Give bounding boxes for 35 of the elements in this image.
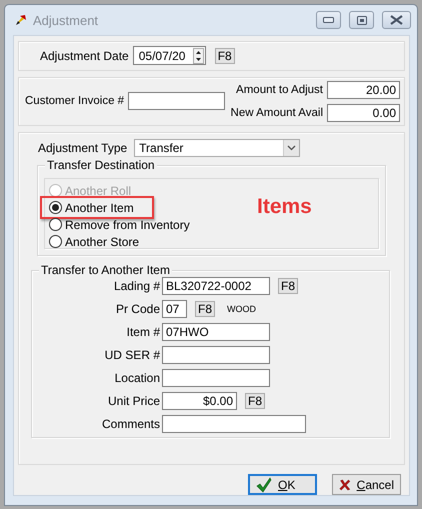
input-field[interactable]: $0.00: [162, 392, 237, 410]
field-label: Unit Price: [106, 394, 160, 408]
cancel-button[interactable]: Cancel: [332, 474, 401, 495]
field-label: Amount to Adjust: [236, 84, 323, 96]
field-label: Location: [114, 371, 160, 385]
input-field[interactable]: 07: [162, 300, 187, 318]
input-field[interactable]: BL320722-0002: [162, 277, 270, 295]
radio-label: Remove from Inventory: [65, 218, 190, 232]
radio-label: Another Item: [65, 200, 134, 214]
field-label: Pr Code: [114, 302, 160, 316]
product-description: WOOD: [227, 304, 256, 314]
lookup-button[interactable]: F8: [245, 393, 266, 409]
lookup-button[interactable]: F8: [278, 278, 298, 294]
input-field[interactable]: 0.00: [327, 104, 400, 122]
date-field[interactable]: 05/07/20: [132, 46, 206, 66]
field-label: Adjustment Date: [40, 48, 129, 63]
field-label: Comments: [100, 417, 160, 431]
group-title: Transfer to Another Item: [41, 263, 170, 277]
window-title: Adjustment: [33, 12, 100, 28]
input-field[interactable]: 20.00: [327, 80, 400, 99]
lookup-button[interactable]: F8: [195, 301, 216, 317]
radio-label: Another Roll: [65, 184, 132, 198]
type-dropdown[interactable]: Transfer: [134, 139, 300, 157]
group-title: Transfer Destination: [47, 158, 155, 172]
field-label: Customer Invoice #: [25, 95, 124, 108]
field-label: New Amount Avail: [230, 106, 323, 119]
lookup-button[interactable]: F8: [214, 48, 235, 64]
field-label: Lading #: [112, 279, 160, 293]
field-label: UD SER #: [104, 348, 160, 362]
radio-label: Another Store: [65, 234, 140, 248]
input-field[interactable]: 07HWO: [162, 323, 270, 341]
annotation-label: Items: [257, 195, 312, 219]
ok-button[interactable]: OK: [248, 474, 317, 495]
field-label: Adjustment Type: [38, 141, 128, 155]
field-label: Item #: [126, 325, 160, 339]
